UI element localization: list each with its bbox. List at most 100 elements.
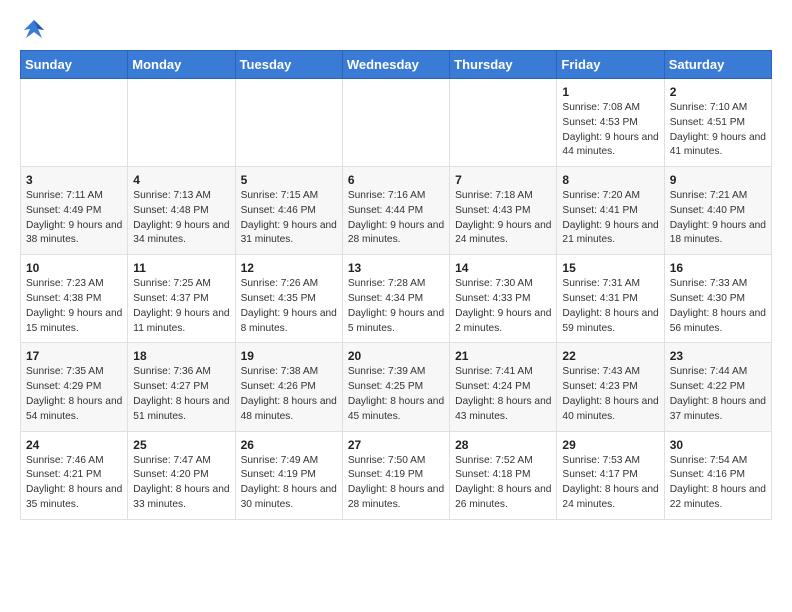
week-row-1: 1 Sunrise: 7:08 AMSunset: 4:53 PMDaylight… <box>21 79 772 167</box>
calendar-cell: 13 Sunrise: 7:28 AMSunset: 4:34 PMDayligh… <box>342 255 449 343</box>
day-info: Sunrise: 7:25 AMSunset: 4:37 PMDaylight:… <box>133 277 229 336</box>
calendar-cell: 4 Sunrise: 7:13 AMSunset: 4:48 PMDaylight… <box>128 167 235 255</box>
day-number: 18 <box>133 349 229 363</box>
day-info: Sunrise: 7:44 AMSunset: 4:22 PMDaylight:… <box>670 365 766 424</box>
day-info: Sunrise: 7:46 AMSunset: 4:21 PMDaylight:… <box>26 454 122 513</box>
weekday-header-friday: Friday <box>557 51 664 79</box>
day-number: 28 <box>455 438 551 452</box>
calendar-cell: 23 Sunrise: 7:44 AMSunset: 4:22 PMDayligh… <box>664 343 771 431</box>
day-info: Sunrise: 7:54 AMSunset: 4:16 PMDaylight:… <box>670 454 766 513</box>
day-number: 4 <box>133 173 229 187</box>
header <box>20 16 772 44</box>
day-number: 25 <box>133 438 229 452</box>
weekday-header-saturday: Saturday <box>664 51 771 79</box>
day-info: Sunrise: 7:50 AMSunset: 4:19 PMDaylight:… <box>348 454 444 513</box>
weekday-header-sunday: Sunday <box>21 51 128 79</box>
weekday-header-wednesday: Wednesday <box>342 51 449 79</box>
calendar-cell <box>235 79 342 167</box>
calendar-cell: 15 Sunrise: 7:31 AMSunset: 4:31 PMDayligh… <box>557 255 664 343</box>
day-number: 14 <box>455 261 551 275</box>
calendar-cell <box>450 79 557 167</box>
day-info: Sunrise: 7:33 AMSunset: 4:30 PMDaylight:… <box>670 277 766 336</box>
calendar-cell: 2Sunrise: 7:10 AMSunset: 4:51 PMDaylight… <box>664 79 771 167</box>
calendar-cell: 3 Sunrise: 7:11 AMSunset: 4:49 PMDaylight… <box>21 167 128 255</box>
week-row-2: 3 Sunrise: 7:11 AMSunset: 4:49 PMDaylight… <box>21 167 772 255</box>
calendar-cell: 12 Sunrise: 7:26 AMSunset: 4:35 PMDayligh… <box>235 255 342 343</box>
day-number: 26 <box>241 438 337 452</box>
calendar-cell: 16 Sunrise: 7:33 AMSunset: 4:30 PMDayligh… <box>664 255 771 343</box>
day-info: Sunrise: 7:47 AMSunset: 4:20 PMDaylight:… <box>133 454 229 513</box>
calendar-cell <box>342 79 449 167</box>
day-number: 6 <box>348 173 444 187</box>
day-info: Sunrise: 7:11 AMSunset: 4:49 PMDaylight:… <box>26 189 122 248</box>
day-info: Sunrise: 7:49 AMSunset: 4:19 PMDaylight:… <box>241 454 337 513</box>
day-info: Sunrise: 7:15 AMSunset: 4:46 PMDaylight:… <box>241 189 337 248</box>
day-info: Sunrise: 7:35 AMSunset: 4:29 PMDaylight:… <box>26 365 122 424</box>
day-number: 13 <box>348 261 444 275</box>
day-number: 16 <box>670 261 766 275</box>
day-number: 8 <box>562 173 658 187</box>
day-number: 20 <box>348 349 444 363</box>
day-number: 19 <box>241 349 337 363</box>
calendar-cell: 11 Sunrise: 7:25 AMSunset: 4:37 PMDayligh… <box>128 255 235 343</box>
day-number: 24 <box>26 438 122 452</box>
weekday-header-tuesday: Tuesday <box>235 51 342 79</box>
calendar-cell <box>21 79 128 167</box>
day-number: 23 <box>670 349 766 363</box>
day-number: 12 <box>241 261 337 275</box>
day-number: 11 <box>133 261 229 275</box>
page: SundayMondayTuesdayWednesdayThursdayFrid… <box>0 0 792 532</box>
day-number: 9 <box>670 173 766 187</box>
day-number: 22 <box>562 349 658 363</box>
calendar-cell: 14 Sunrise: 7:30 AMSunset: 4:33 PMDayligh… <box>450 255 557 343</box>
day-number: 7 <box>455 173 551 187</box>
calendar-table: SundayMondayTuesdayWednesdayThursdayFrid… <box>20 50 772 520</box>
calendar-cell: 21Sunrise: 7:41 AMSunset: 4:24 PMDayligh… <box>450 343 557 431</box>
week-row-5: 24 Sunrise: 7:46 AMSunset: 4:21 PMDayligh… <box>21 431 772 519</box>
day-info: Sunrise: 7:20 AMSunset: 4:41 PMDaylight:… <box>562 189 658 248</box>
day-info: Sunrise: 7:13 AMSunset: 4:48 PMDaylight:… <box>133 189 229 248</box>
day-info: Sunrise: 7:31 AMSunset: 4:31 PMDaylight:… <box>562 277 658 336</box>
day-info: Sunrise: 7:39 AMSunset: 4:25 PMDaylight:… <box>348 365 444 424</box>
day-info: Sunrise: 7:18 AMSunset: 4:43 PMDaylight:… <box>455 189 551 248</box>
day-info: Sunrise: 7:52 AMSunset: 4:18 PMDaylight:… <box>455 454 551 513</box>
day-number: 5 <box>241 173 337 187</box>
calendar-cell: 17 Sunrise: 7:35 AMSunset: 4:29 PMDayligh… <box>21 343 128 431</box>
calendar-cell: 7 Sunrise: 7:18 AMSunset: 4:43 PMDaylight… <box>450 167 557 255</box>
day-info: Sunrise: 7:26 AMSunset: 4:35 PMDaylight:… <box>241 277 337 336</box>
weekday-header-thursday: Thursday <box>450 51 557 79</box>
calendar-cell: 30 Sunrise: 7:54 AMSunset: 4:16 PMDayligh… <box>664 431 771 519</box>
day-number: 1 <box>562 85 658 99</box>
calendar-cell: 8 Sunrise: 7:20 AMSunset: 4:41 PMDaylight… <box>557 167 664 255</box>
day-number: 30 <box>670 438 766 452</box>
calendar-cell: 25 Sunrise: 7:47 AMSunset: 4:20 PMDayligh… <box>128 431 235 519</box>
day-number: 27 <box>348 438 444 452</box>
day-number: 29 <box>562 438 658 452</box>
day-info: Sunrise: 7:23 AMSunset: 4:38 PMDaylight:… <box>26 277 122 336</box>
calendar-cell: 28 Sunrise: 7:52 AMSunset: 4:18 PMDayligh… <box>450 431 557 519</box>
logo <box>20 16 52 44</box>
day-info: Sunrise: 7:28 AMSunset: 4:34 PMDaylight:… <box>348 277 444 336</box>
calendar-cell: 22 Sunrise: 7:43 AMSunset: 4:23 PMDayligh… <box>557 343 664 431</box>
day-number: 2 <box>670 85 766 99</box>
calendar-cell: 27 Sunrise: 7:50 AMSunset: 4:19 PMDayligh… <box>342 431 449 519</box>
week-row-3: 10Sunrise: 7:23 AMSunset: 4:38 PMDayligh… <box>21 255 772 343</box>
day-info: Sunrise: 7:36 AMSunset: 4:27 PMDaylight:… <box>133 365 229 424</box>
day-info: Sunrise: 7:38 AMSunset: 4:26 PMDaylight:… <box>241 365 337 424</box>
calendar-cell <box>128 79 235 167</box>
calendar-cell: 26 Sunrise: 7:49 AMSunset: 4:19 PMDayligh… <box>235 431 342 519</box>
day-number: 17 <box>26 349 122 363</box>
day-info: Sunrise: 7:21 AMSunset: 4:40 PMDaylight:… <box>670 189 766 248</box>
calendar-cell: 19 Sunrise: 7:38 AMSunset: 4:26 PMDayligh… <box>235 343 342 431</box>
weekday-header-row: SundayMondayTuesdayWednesdayThursdayFrid… <box>21 51 772 79</box>
calendar-cell: 9 Sunrise: 7:21 AMSunset: 4:40 PMDaylight… <box>664 167 771 255</box>
day-number: 15 <box>562 261 658 275</box>
day-info: Sunrise: 7:08 AMSunset: 4:53 PMDaylight:… <box>562 101 658 160</box>
calendar-cell: 29Sunrise: 7:53 AMSunset: 4:17 PMDayligh… <box>557 431 664 519</box>
calendar-cell: 6Sunrise: 7:16 AMSunset: 4:44 PMDaylight… <box>342 167 449 255</box>
day-info: Sunrise: 7:30 AMSunset: 4:33 PMDaylight:… <box>455 277 551 336</box>
day-number: 3 <box>26 173 122 187</box>
day-info: Sunrise: 7:43 AMSunset: 4:23 PMDaylight:… <box>562 365 658 424</box>
calendar-cell: 1 Sunrise: 7:08 AMSunset: 4:53 PMDaylight… <box>557 79 664 167</box>
calendar-cell: 20 Sunrise: 7:39 AMSunset: 4:25 PMDayligh… <box>342 343 449 431</box>
